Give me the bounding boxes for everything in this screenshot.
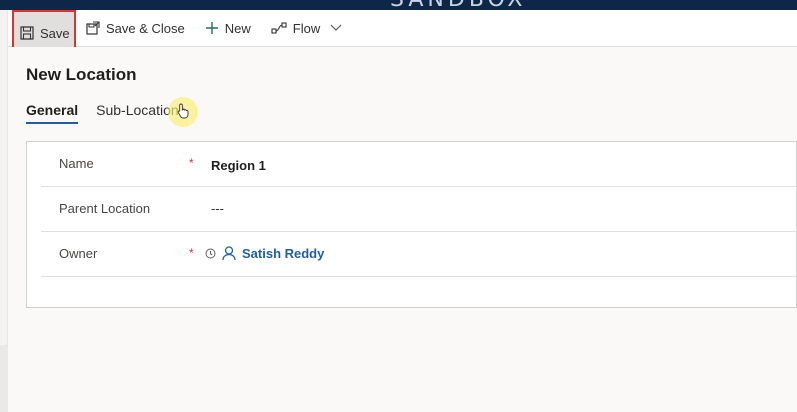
save-close-label: Save & Close (106, 20, 185, 36)
flow-button-label: Flow (292, 20, 321, 36)
new-button[interactable]: New (195, 10, 261, 47)
page-title: New Location (26, 65, 137, 84)
form-area: New Location General Sub-Locations Name … (8, 47, 797, 412)
save-icon (20, 26, 34, 40)
owner-name-link[interactable]: Satish Reddy (242, 246, 324, 261)
plus-icon (205, 22, 218, 34)
field-row-parent-location: Parent Location --- (41, 187, 797, 232)
new-button-label: New (224, 20, 251, 36)
user-icon (222, 246, 236, 261)
form-tabs: General Sub-Locations (26, 102, 186, 124)
chevron-down-icon (330, 24, 342, 31)
flow-dropdown-button[interactable] (330, 10, 346, 47)
tab-general[interactable]: General (26, 102, 79, 124)
field-label-owner: Owner (59, 246, 98, 261)
flow-icon (271, 22, 287, 34)
save-close-icon (86, 21, 100, 35)
environment-banner: SANDBOX (390, 0, 527, 10)
command-bar: Save Save & Close New Flow (8, 10, 797, 56)
hand-pointer-icon (177, 103, 189, 119)
parent-location-lookup[interactable]: --- (211, 201, 224, 216)
left-nav-footer (0, 345, 8, 412)
general-section: Name * Region 1 Parent Location --- Owne… (26, 141, 797, 308)
cursor-highlight (168, 97, 198, 127)
name-input[interactable]: Region 1 (211, 158, 266, 173)
save-button-label: Save (40, 25, 70, 41)
flow-button[interactable]: Flow (261, 10, 330, 47)
field-row-name: Name * Region 1 (41, 142, 797, 187)
required-indicator: * (189, 156, 194, 170)
lock-icon (205, 248, 216, 259)
required-indicator: * (189, 246, 194, 260)
field-label-name: Name (59, 156, 94, 171)
field-label-parent-location: Parent Location (59, 201, 151, 216)
app-header-bar: SANDBOX (0, 0, 797, 10)
save-close-button[interactable]: Save & Close (76, 10, 195, 47)
field-row-owner: Owner * Satish Reddy (41, 232, 797, 277)
owner-lookup[interactable]: Satish Reddy (205, 246, 324, 261)
